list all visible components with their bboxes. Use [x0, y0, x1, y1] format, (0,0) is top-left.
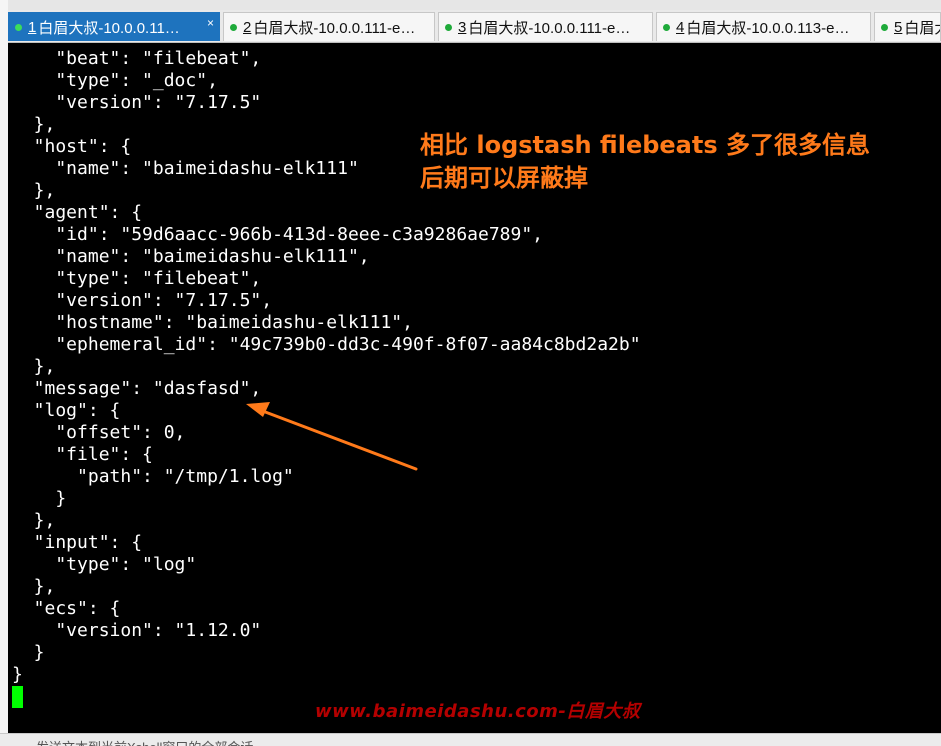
tab-session-3[interactable]: 3 白眉大叔-10.0.0.111-e…	[438, 12, 653, 41]
arrow-shaft	[258, 408, 418, 471]
tab-label: 白眉大叔-10.0.0.111-e…	[468, 19, 631, 37]
tab-number: 3	[458, 18, 467, 36]
connected-status-icon	[445, 23, 452, 31]
connected-status-icon	[230, 23, 237, 31]
tab-number: 2	[243, 18, 252, 36]
tab-number: 1	[28, 18, 37, 36]
left-window-edge	[0, 0, 8, 745]
annotation-line-2: 后期可以屏蔽掉	[420, 164, 588, 192]
tab-session-2[interactable]: 2 白眉大叔-10.0.0.111-e…	[223, 12, 435, 41]
arrow-head	[246, 402, 270, 417]
tab-number: 4	[676, 18, 685, 36]
window-top-edge	[0, 0, 941, 10]
connected-status-icon	[15, 23, 22, 31]
close-tab-icon[interactable]: ×	[207, 16, 214, 30]
annotation-note: 相比 logstash filebeats 多了很多信息 后期可以屏蔽掉	[420, 129, 870, 195]
session-tab-bar: 1 白眉大叔-10.0.0.11… × 2 白眉大叔-10.0.0.111-e……	[8, 10, 941, 43]
tab-session-1[interactable]: 1 白眉大叔-10.0.0.11… ×	[8, 12, 220, 41]
connected-status-icon	[663, 23, 670, 31]
terminal-output[interactable]: "beat": "filebeat", "type": "_doc", "ver…	[8, 43, 941, 733]
site-watermark: www.baimeidashu.com-白眉大叔	[315, 701, 641, 722]
tab-label: 白眉大	[904, 19, 940, 37]
connected-status-icon	[881, 23, 888, 31]
tab-session-4[interactable]: 4 白眉大叔-10.0.0.113-e…	[656, 12, 871, 41]
tab-number: 5	[894, 18, 903, 36]
tab-label: 白眉大叔-10.0.0.113-e…	[686, 19, 850, 37]
tab-session-5[interactable]: 5 白眉大	[874, 12, 941, 41]
tab-label: 白眉大叔-10.0.0.11…	[38, 19, 180, 37]
status-bar: 发送文本到当前Xshell窗口的全部会话	[0, 733, 941, 746]
tab-label: 白眉大叔-10.0.0.111-e…	[253, 19, 416, 37]
annotation-line-1: 相比 logstash filebeats 多了很多信息	[420, 131, 870, 159]
